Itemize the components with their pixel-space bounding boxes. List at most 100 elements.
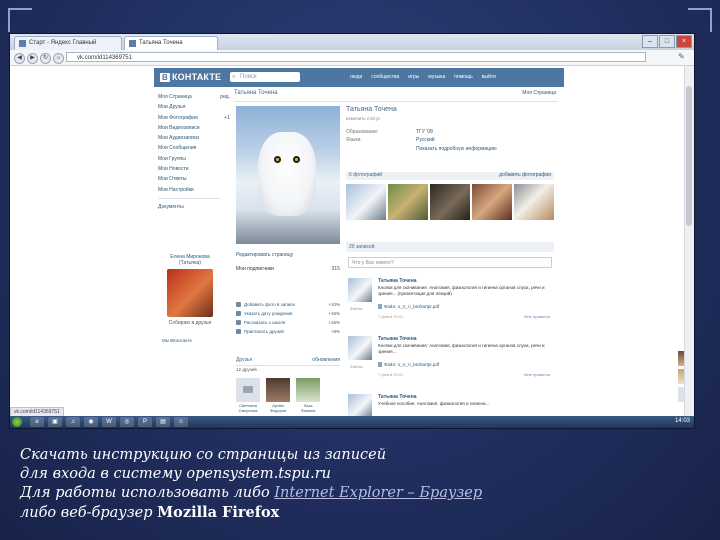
left-menu-item[interactable]: Мои Настройки — [158, 185, 220, 195]
post-date[interactable]: 7 фев в 20:01 — [378, 372, 403, 377]
completion-item[interactable]: Добавить фото в записи +10% — [236, 300, 340, 309]
top-menu-help[interactable]: помощь — [454, 74, 472, 80]
photo-thumb[interactable] — [346, 184, 386, 220]
info-key: Образование: — [346, 129, 379, 135]
left-menu-item[interactable]: Мои Аудиозаписи — [158, 133, 220, 143]
left-menu-item[interactable]: Мои Ответы — [158, 174, 220, 184]
profile-status[interactable]: изменить статус — [346, 116, 380, 121]
show-more-info-link[interactable]: Показать подробную информацию — [346, 146, 546, 152]
wall-header[interactable]: 20 записей — [346, 242, 554, 252]
friends-title[interactable]: Друзья — [236, 357, 252, 363]
friends-block: Друзья обновления 12 друзей Светлана Сми… — [236, 357, 340, 413]
profile-avatar[interactable] — [236, 106, 340, 244]
photo-thumb[interactable] — [472, 184, 512, 220]
post-avatar[interactable] — [348, 394, 372, 416]
scrollbar-thumb[interactable] — [686, 86, 692, 226]
left-menu-label: Мои Настройки — [158, 186, 194, 193]
left-menu-documents[interactable]: Документы — [158, 202, 220, 212]
top-menu-music[interactable]: музыка — [428, 74, 445, 80]
info-value[interactable]: ТГУ '08 — [416, 129, 433, 135]
friends-count: 12 друзей — [236, 367, 257, 372]
post-file-link[interactable]: Файл: о_п_тi_bezkartpr.pdf — [378, 304, 439, 309]
browser-tab[interactable]: Старт - Яндекс Главный — [14, 36, 122, 50]
forward-icon[interactable]: ▶ — [27, 53, 38, 64]
left-menu-count: ред. — [220, 94, 230, 100]
taskbar-app-icon[interactable]: ☺ — [174, 417, 188, 427]
post-author[interactable]: Татьяна Точена — [378, 278, 417, 284]
photos-strip — [346, 184, 554, 220]
browser-tab-active[interactable]: Татьяна Точена — [124, 36, 218, 50]
vk-search-input[interactable]: ⌕ Поиск — [230, 72, 300, 82]
taskbar-app-icon[interactable]: ◎ — [120, 417, 134, 427]
wall-post-input[interactable]: Что у Вас нового? — [348, 257, 552, 268]
page-scrollbar[interactable] — [684, 66, 694, 416]
friend-card[interactable]: Елена Миронова (Татьяна) Собираю в друзь… — [162, 254, 218, 326]
taskbar-app-icon[interactable]: ♫ — [66, 417, 80, 427]
taskbar-app-icon[interactable]: ▤ — [156, 417, 170, 427]
friends-updates-link[interactable]: обновления — [312, 357, 340, 363]
edit-page-link[interactable]: Редактировать страницу — [236, 252, 293, 258]
url-input[interactable]: vk.com/id114369751 — [66, 52, 646, 62]
photo-thumb[interactable] — [388, 184, 428, 220]
add-photos-link[interactable]: добавить фотографии — [499, 172, 551, 178]
post-like[interactable]: Мне нравится — [524, 372, 550, 377]
top-menu-games[interactable]: игры — [408, 74, 419, 80]
photos-title[interactable]: 6 фотографий — [349, 172, 382, 178]
completion-pct: +10% — [328, 302, 340, 307]
left-menu-item[interactable]: Моя Страница ред. — [158, 92, 230, 102]
taskbar-app-icon[interactable]: W — [102, 417, 116, 427]
completion-item[interactable]: Пригласить друзей +8% — [236, 327, 340, 336]
photo-thumb[interactable] — [430, 184, 470, 220]
friend-thumb[interactable]: Светлана Смирнова — [236, 378, 260, 413]
followers-row[interactable]: Мои подписчики 315 — [236, 266, 340, 272]
caption-line: Скачать инструкцию со страницы из записе… — [20, 447, 387, 463]
post-like[interactable]: Мне нравится — [524, 314, 550, 319]
left-small-link[interactable]: Мы ВКонтакте — [162, 338, 232, 344]
completion-pct: +15% — [328, 320, 340, 325]
left-menu-item[interactable]: Мои Друзья — [158, 102, 220, 112]
profile-header-link[interactable]: Моя Страница — [522, 90, 556, 96]
friend-card-photo[interactable] — [167, 269, 213, 317]
friend-thumb[interactable]: Лиза Фомина — [296, 378, 320, 413]
post-avatar[interactable] — [348, 336, 372, 360]
left-menu-item[interactable]: Мои Видеозаписи — [158, 123, 220, 133]
back-icon[interactable]: ◀ — [14, 53, 25, 64]
start-button[interactable] — [12, 417, 22, 427]
top-menu-logout[interactable]: выйти — [482, 74, 496, 80]
top-menu-people[interactable]: люди — [350, 74, 362, 80]
top-menu-communities[interactable]: сообщества — [371, 74, 399, 80]
left-menu-item[interactable]: Мои Сообщения — [158, 143, 220, 153]
reload-icon[interactable]: ↻ — [40, 53, 51, 64]
completion-item[interactable]: Рассказать о школе +15% — [236, 318, 340, 327]
friend-thumb[interactable]: Артём Федоров — [266, 378, 290, 413]
photo-thumb[interactable] — [514, 184, 554, 220]
left-menu-item[interactable]: Мои Новости — [158, 164, 220, 174]
wrench-icon[interactable]: ✎ — [678, 52, 688, 62]
followers-label: Мои подписчики — [236, 266, 274, 272]
close-button[interactable]: × — [676, 35, 692, 48]
post-author[interactable]: Татьяна Точена — [378, 336, 417, 342]
post-avatar[interactable] — [348, 278, 372, 302]
internet-explorer-link[interactable]: Internet Explorer – Браузер — [274, 485, 482, 501]
post-date[interactable]: 7 фев в 20:01 — [378, 314, 403, 319]
maximize-button[interactable]: □ — [659, 35, 675, 48]
minimize-button[interactable]: – — [642, 35, 658, 48]
info-value[interactable]: Русский — [416, 137, 435, 143]
left-menu-item[interactable]: Мои Группы — [158, 154, 220, 164]
search-placeholder: Поиск — [240, 74, 257, 80]
taskbar-app-icon[interactable]: e — [30, 417, 44, 427]
completion-item[interactable]: Указать дату рождения +15% — [236, 309, 340, 318]
profile-completion-list: Добавить фото в записи +10% Указать дату … — [236, 300, 340, 336]
profile-header-name: Татьяна Точена — [234, 90, 278, 96]
windows-taskbar: e ▣ ♫ ◉ W ◎ P ▤ ☺ 14:03 — [10, 416, 694, 428]
friend-name: Артём Федоров — [269, 403, 287, 413]
left-menu-item[interactable]: Мои Фотографии +1 — [158, 113, 230, 123]
taskbar-app-icon[interactable]: P — [138, 417, 152, 427]
post-file-link[interactable]: Файл: о_п_тi_bezkartpr.pdf — [378, 362, 439, 367]
vk-logo[interactable]: B КОНТАКТЕ — [160, 72, 221, 82]
slide-corner-decoration — [8, 8, 32, 32]
home-icon[interactable]: ⌂ — [53, 53, 64, 64]
taskbar-app-icon[interactable]: ◉ — [84, 417, 98, 427]
post-author[interactable]: Татьяна Точена — [378, 394, 417, 400]
taskbar-app-icon[interactable]: ▣ — [48, 417, 62, 427]
